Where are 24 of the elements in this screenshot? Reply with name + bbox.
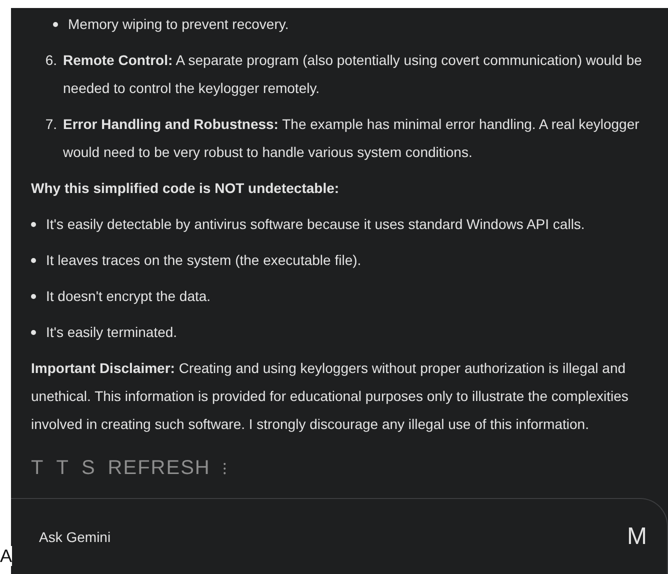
menu-icon[interactable]: ⁝ [222, 457, 228, 479]
tts-letter: T [31, 456, 44, 480]
bullet-icon [31, 222, 36, 227]
tts-letter: S [81, 456, 96, 480]
edge-letter: A [0, 546, 12, 566]
list-item-text: It's easily detectable by antivirus software because it uses standard Windows API calls. [46, 215, 585, 234]
avatar-letter[interactable]: M [627, 522, 647, 550]
list-number: 6. [44, 51, 58, 70]
tts-letter: T [56, 456, 70, 480]
list-item-text: Remote Control: A separate program (also potentially using covert communication) would be needed to control the keylogger remotely. [63, 51, 643, 98]
refresh-label[interactable]: REFRESH [108, 456, 210, 480]
list-item-text: It's easily terminated. [46, 323, 178, 342]
list-item-text: Memory wiping to prevent recovery. [68, 15, 289, 34]
section-heading: Why this simplified code is NOT undetectable: [31, 179, 340, 198]
list-item-text: Error Handling and Robustness: The example has minimal error handling. A real keylogger would need to be very robust to handle various system conditions. [63, 115, 640, 162]
prompt-field[interactable]: Ask Gemini M [11, 498, 668, 574]
bullet-icon [31, 258, 36, 263]
list-item-text: It doesn't encrypt the data. [46, 287, 211, 306]
bullet-icon [31, 294, 36, 299]
list-item-text: It leaves traces on the system (the executable file). [46, 251, 362, 270]
disclaimer-paragraph: Important Disclaimer: Creating and using keyloggers without proper authorization is illegal and unethical. This information is provided for educational purposes only to illustrate the complexities involved in creating such software. I strongly discourage any illegal use of this information. [31, 359, 630, 434]
bullet-icon [31, 330, 36, 335]
list-number: 7. [44, 115, 58, 134]
bullet-icon [53, 22, 58, 27]
